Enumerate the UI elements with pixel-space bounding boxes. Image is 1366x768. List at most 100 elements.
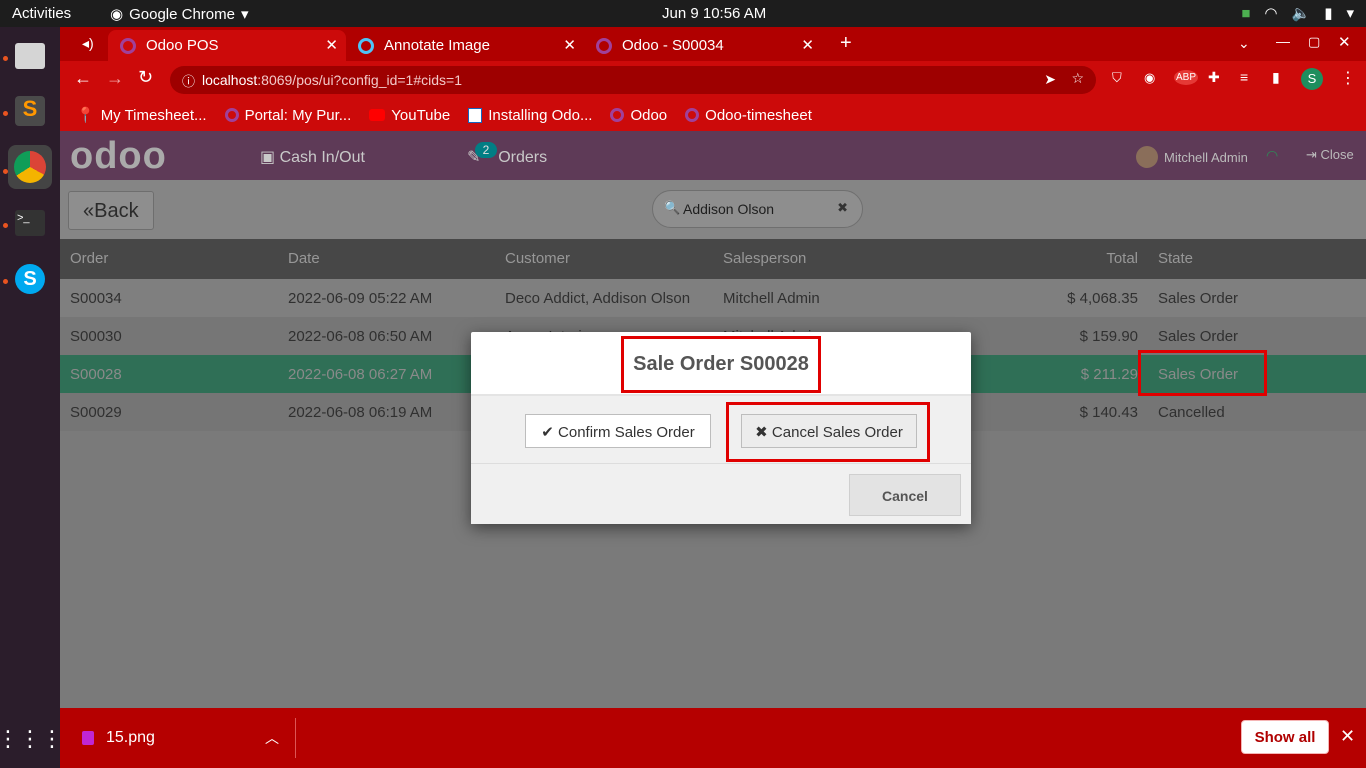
- order-cell: S00030: [70, 328, 122, 345]
- date-cell: 2022-06-08 06:19 AM: [288, 404, 433, 421]
- bookmark-item[interactable]: Portal: My Pur...: [224, 107, 351, 124]
- new-tab-icon[interactable]: +: [840, 32, 852, 55]
- state-cell: Sales Order: [1158, 290, 1239, 307]
- search-input[interactable]: 🔍 Addison Olson ✖: [652, 190, 863, 228]
- orders-badge: 2: [475, 142, 497, 158]
- pin-icon: 📍: [76, 107, 95, 124]
- star-icon[interactable]: ☆: [1071, 70, 1084, 87]
- url-field[interactable]: ⓘ localhost:8069/pos/ui?config_id=1#cids…: [170, 66, 1096, 94]
- adblock-icon[interactable]: ABP: [1174, 70, 1199, 85]
- close-icon[interactable]: ✕: [563, 36, 576, 54]
- search-value: Addison Olson: [683, 201, 775, 217]
- close-icon[interactable]: ✕: [801, 36, 814, 54]
- puzzle-icon[interactable]: ✚: [1208, 69, 1220, 86]
- odoo-tab-icon: [596, 37, 612, 54]
- app-menu[interactable]: ◉ Google Chrome ▾: [110, 5, 249, 24]
- shield-icon: ■: [1241, 4, 1251, 22]
- app-grid-icon[interactable]: ⋮⋮⋮: [0, 717, 63, 761]
- bookmark-item[interactable]: Installing Odo...: [468, 107, 592, 124]
- annotation-box-title: [621, 336, 821, 393]
- skype-icon[interactable]: S: [8, 257, 52, 301]
- youtube-icon: [369, 109, 386, 121]
- odoo-tab-icon: [120, 37, 136, 54]
- color-extension-icon[interactable]: ◉: [1144, 70, 1155, 86]
- total-cell: $ 4,068.35: [1067, 290, 1138, 307]
- sublime-icon[interactable]: S: [8, 89, 52, 133]
- extension-icon[interactable]: ⛉: [1112, 70, 1122, 86]
- confirm-sales-order-button[interactable]: ✔ Confirm Sales Order: [525, 414, 711, 448]
- chevron-up-icon[interactable]: ︿: [265, 728, 279, 748]
- show-all-button[interactable]: Show all: [1241, 720, 1329, 754]
- bookmark-item[interactable]: 📍 My Timesheet...: [76, 106, 207, 125]
- header-salesperson: Salesperson: [723, 250, 807, 267]
- speaker-icon[interactable]: ◂): [82, 35, 94, 52]
- tab-odoo-pos[interactable]: Odoo POS ✕: [108, 30, 346, 61]
- bookmark-item[interactable]: YouTube: [369, 107, 450, 124]
- files-icon[interactable]: [8, 34, 52, 78]
- system-tray[interactable]: ■ ◠ 🔈 ▮ ▾: [1241, 4, 1354, 23]
- dialog-footer: Cancel: [471, 464, 971, 524]
- header-customer: Customer: [505, 250, 571, 267]
- chrome-icon: ◉: [110, 6, 124, 23]
- profile-avatar[interactable]: S: [1301, 68, 1323, 90]
- battery-icon: ▮: [1324, 5, 1333, 22]
- tab-annotate-image[interactable]: Annotate Image ✕: [346, 30, 584, 61]
- total-cell: $ 159.90: [1079, 328, 1138, 345]
- table-row[interactable]: S00034 2022-06-09 05:22 AM Deco Addict, …: [60, 279, 1366, 317]
- send-icon[interactable]: ➤: [1044, 71, 1056, 88]
- back-button[interactable]: «Back: [68, 191, 154, 230]
- reload-icon[interactable]: ↻: [138, 67, 153, 88]
- control-bar: «Back 🔍 Addison Olson ✖: [60, 180, 1366, 239]
- side-panel-icon[interactable]: ▮: [1272, 69, 1280, 86]
- confirm-label: Confirm Sales Order: [558, 424, 695, 441]
- back-arrow-icon[interactable]: ←: [74, 68, 92, 89]
- date-cell: 2022-06-09 05:22 AM: [288, 290, 433, 307]
- doc-icon: [468, 107, 483, 123]
- bookmark-label: Odoo-timesheet: [705, 106, 812, 124]
- app-name: Google Chrome: [129, 5, 235, 23]
- forward-arrow-icon[interactable]: →: [106, 68, 124, 89]
- header-order: Order: [70, 250, 109, 267]
- odoo-icon: [685, 108, 700, 122]
- search-icon: 🔍: [664, 200, 681, 215]
- close-window-icon[interactable]: ✕: [1338, 33, 1351, 51]
- download-filename: 15.png: [106, 729, 155, 746]
- sign-out-icon: ⇥: [1306, 147, 1321, 162]
- download-item[interactable]: 15.png: [82, 729, 155, 747]
- chevron-down-icon: ▾: [1346, 5, 1354, 22]
- terminal-icon[interactable]: >_: [8, 201, 52, 245]
- close-pos-button[interactable]: ⇥ Close: [1306, 147, 1354, 163]
- tab-title: Odoo POS: [146, 37, 219, 54]
- media-icon[interactable]: ≡: [1240, 69, 1248, 85]
- bookmark-item[interactable]: Odoo-timesheet: [685, 107, 812, 124]
- annotate-tab-icon: [358, 37, 374, 54]
- tab-search-icon[interactable]: ⌄: [1238, 35, 1250, 52]
- chrome-dock-icon[interactable]: [8, 145, 52, 189]
- maximize-icon[interactable]: ▢: [1308, 34, 1320, 50]
- date-cell: 2022-06-08 06:27 AM: [288, 366, 433, 383]
- table-header: Order Date Customer Salesperson Total St…: [60, 239, 1366, 279]
- bookmark-label: Installing Odo...: [488, 106, 593, 124]
- activities-button[interactable]: Activities: [12, 5, 71, 22]
- kebab-menu-icon[interactable]: ⋮: [1340, 68, 1356, 88]
- user-menu[interactable]: Mitchell Admin: [1136, 146, 1248, 168]
- bookmark-item[interactable]: Odoo: [610, 107, 667, 124]
- cancel-button[interactable]: Cancel: [849, 474, 961, 516]
- close-icon[interactable]: ✕: [325, 36, 338, 54]
- odoo-icon: [610, 108, 625, 122]
- bookmark-label: YouTube: [391, 106, 451, 124]
- bookmark-label: My Timesheet...: [100, 106, 207, 124]
- clock[interactable]: Jun 9 10:56 AM: [662, 5, 766, 22]
- cash-in-out-button[interactable]: ▣ Cash In/Out: [260, 147, 365, 167]
- bookmark-label: Odoo: [630, 106, 668, 124]
- wifi-icon: ◠: [1266, 147, 1279, 163]
- chevron-down-icon: ▾: [240, 6, 249, 23]
- wifi-icon: ◠: [1264, 5, 1278, 22]
- header-total: Total: [1106, 250, 1138, 267]
- tab-odoo-s00034[interactable]: Odoo - S00034 ✕: [584, 30, 822, 61]
- clear-icon[interactable]: ✖: [837, 200, 848, 216]
- url-host: localhost: [202, 72, 258, 88]
- minimize-icon[interactable]: —: [1276, 33, 1290, 49]
- close-icon[interactable]: ✕: [1340, 726, 1355, 747]
- browser-chrome: ◂) Odoo POS ✕ Annotate Image ✕ Odoo - S0…: [60, 27, 1366, 131]
